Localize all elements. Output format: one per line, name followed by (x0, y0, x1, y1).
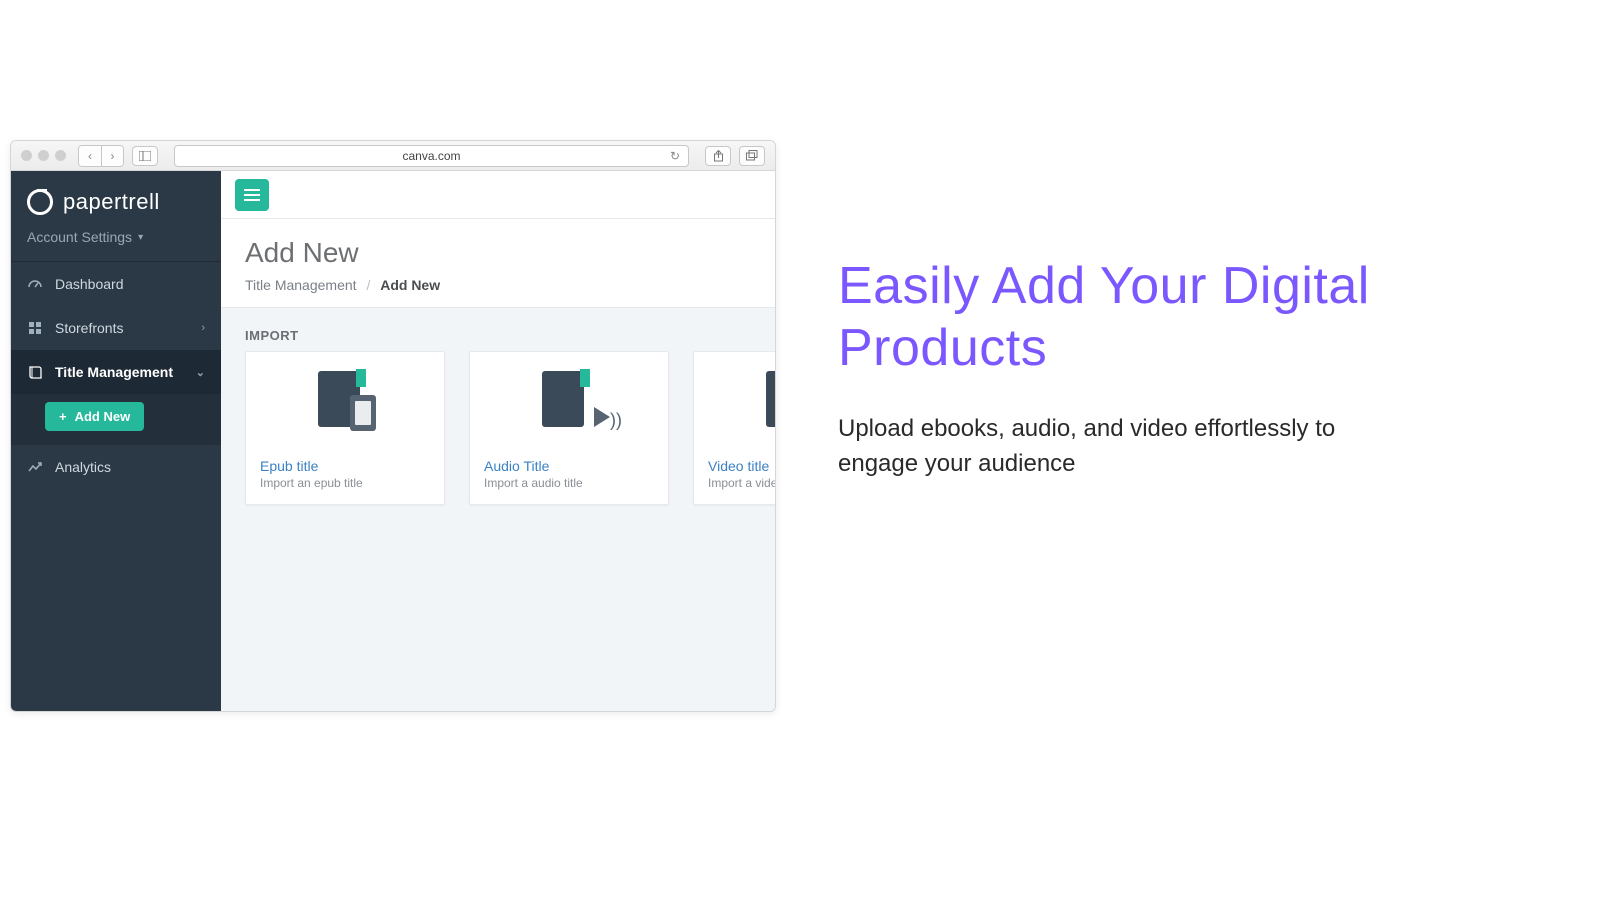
menu-toggle-button[interactable] (235, 179, 269, 211)
back-button[interactable]: ‹ (79, 146, 101, 166)
close-icon[interactable] (21, 150, 32, 161)
logo-icon (27, 189, 53, 215)
import-cards-row: Epub title Import an epub title )) (221, 351, 775, 529)
caret-down-icon: ▾ (138, 232, 143, 243)
breadcrumb-current: Add New (380, 277, 440, 293)
card-illustration: )) (470, 352, 668, 448)
forward-button[interactable]: › (101, 146, 123, 166)
card-subtitle: Import a video title (694, 476, 775, 504)
sidebar-toggle-icon[interactable] (132, 146, 158, 166)
add-new-button[interactable]: + Add New (45, 402, 144, 431)
sidebar-item-analytics[interactable]: Analytics (11, 445, 221, 489)
sidebar-item-dashboard[interactable]: Dashboard (11, 262, 221, 306)
sidebar-item-label: Storefronts (55, 320, 123, 336)
sidebar-item-label: Analytics (55, 459, 111, 475)
add-new-label: Add New (75, 409, 131, 424)
hamburger-icon (244, 194, 260, 196)
breadcrumb-separator: / (366, 277, 370, 293)
section-label: IMPORT (221, 308, 775, 351)
sidebar-item-title-management[interactable]: Title Management ⌄ (11, 350, 221, 394)
book-icon (27, 364, 43, 380)
browser-chrome: ‹ › canva.com ↻ (11, 141, 775, 171)
page-header: Add New Title Management / Add New (221, 219, 775, 308)
topbar (221, 171, 775, 219)
import-card-audio[interactable]: )) Audio Title Import a audio title (469, 351, 669, 505)
account-settings-label: Account Settings (27, 229, 132, 245)
plus-icon: + (59, 409, 67, 424)
minimize-icon[interactable] (38, 150, 49, 161)
address-bar[interactable]: canva.com ↻ (174, 145, 689, 167)
sidebar-item-storefronts[interactable]: Storefronts › (11, 306, 221, 350)
import-card-epub[interactable]: Epub title Import an epub title (245, 351, 445, 505)
card-title: Audio Title (470, 448, 668, 476)
book-icon (542, 371, 584, 427)
window-controls[interactable] (21, 150, 66, 161)
sidebar-item-label: Title Management (55, 364, 173, 380)
sidebar-menu: Dashboard Storefronts › Title Manage (11, 261, 221, 489)
promo-headline: Easily Add Your Digital Products (838, 255, 1398, 380)
chrome-right-tools (705, 146, 765, 166)
brand-name: papertrell (63, 189, 160, 215)
browser-window: ‹ › canva.com ↻ (10, 140, 776, 712)
account-settings-dropdown[interactable]: Account Settings ▾ (11, 219, 221, 261)
app-shell: papertrell Account Settings ▾ Dashboard (11, 171, 775, 711)
card-title: Video title (694, 448, 775, 476)
chevron-right-icon: › (201, 322, 205, 334)
share-icon[interactable] (705, 146, 731, 166)
reload-icon[interactable]: ↻ (670, 149, 680, 163)
ribbon-icon (580, 369, 590, 387)
card-subtitle: Import an epub title (246, 476, 444, 504)
breadcrumb: Title Management / Add New (245, 277, 751, 293)
breadcrumb-root[interactable]: Title Management (245, 277, 357, 293)
book-icon (766, 371, 775, 427)
speaker-icon (594, 407, 610, 427)
sidebar: papertrell Account Settings ▾ Dashboard (11, 171, 221, 711)
ribbon-icon (356, 369, 366, 387)
tablet-icon (350, 395, 376, 431)
card-illustration (694, 352, 775, 448)
page-title: Add New (245, 237, 751, 269)
promo-body: Upload ebooks, audio, and video effortle… (838, 412, 1398, 482)
card-illustration (246, 352, 444, 448)
chart-line-icon (27, 459, 43, 475)
title-management-submenu: + Add New (11, 394, 221, 445)
card-title: Epub title (246, 448, 444, 476)
sound-waves-icon: )) (610, 411, 622, 429)
brand: papertrell (11, 171, 221, 219)
tabs-icon[interactable] (739, 146, 765, 166)
promo-copy: Easily Add Your Digital Products Upload … (838, 255, 1398, 481)
maximize-icon[interactable] (55, 150, 66, 161)
content-area: Add New Title Management / Add New IMPOR… (221, 171, 775, 711)
gauge-icon (27, 276, 43, 292)
nav-arrows: ‹ › (78, 145, 124, 167)
chevron-down-icon: ⌄ (196, 366, 205, 379)
url-text: canva.com (402, 149, 460, 163)
sidebar-item-label: Dashboard (55, 276, 124, 292)
grid-icon (27, 320, 43, 336)
card-subtitle: Import a audio title (470, 476, 668, 504)
import-card-video[interactable]: Video title Import a video title (693, 351, 775, 505)
